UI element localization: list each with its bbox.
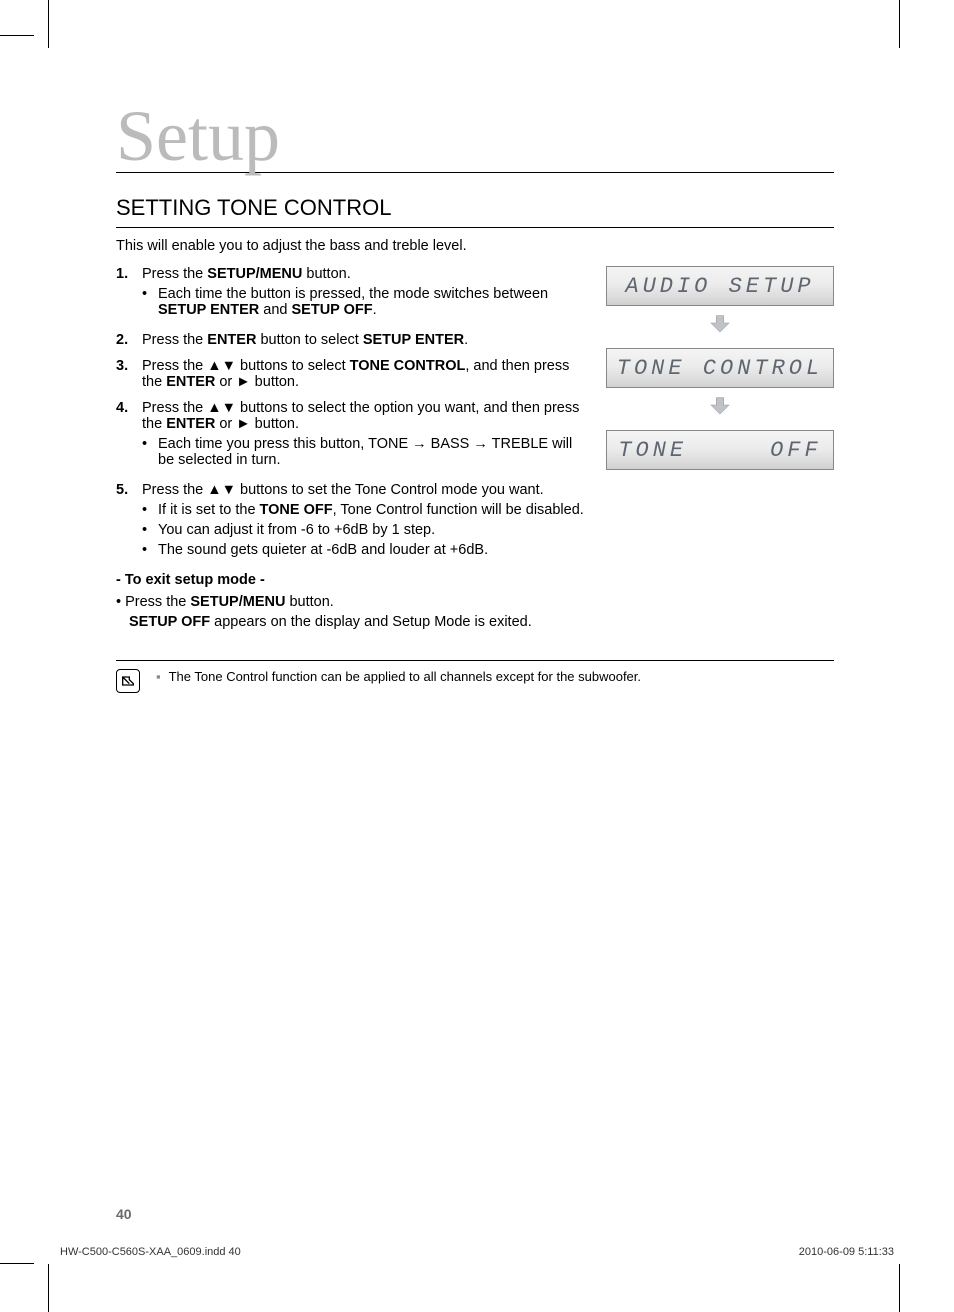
note-bullet: ▪ [156,669,161,684]
section-title: SETTING TONE CONTROL [116,195,834,228]
mode-ref: SETUP ENTER [363,332,464,348]
intro-text: This will enable you to adjust the bass … [116,238,834,254]
text: Press the [142,358,207,374]
footer-filename: HW-C500-C560S-XAA_0609.indd 40 [60,1246,241,1258]
chapter-title: Setup [116,100,834,173]
step-1: 1. Press the SETUP/MENU button. • Each t… [116,266,584,322]
right-icon: ► [236,416,250,432]
step-2: 2. Press the ENTER button to select SETU… [116,332,584,348]
arrow-down-icon [709,394,731,416]
mode-ref: SETUP OFF [129,614,210,630]
lcd-display-2: TONE CONTROL [606,348,834,388]
text: buttons to select [236,358,350,374]
text: button. [251,374,299,390]
text: Press the [142,400,207,416]
exit-line: • Press the SETUP/MENU button. [116,594,584,610]
text: buttons to set the Tone Control mode you… [236,482,544,498]
step-number: 3. [116,358,142,390]
text: button. [285,594,333,610]
crop-mark [48,0,49,48]
arrow-down-icon [709,312,731,334]
text: If it is set to the [158,502,260,518]
text: . [464,332,468,348]
text: • Press the [116,594,190,610]
up-down-icon: ▲▼ [207,482,236,498]
text: BASS [427,436,474,452]
footer-timestamp: 2010-06-09 5:11:33 [799,1246,894,1258]
note-text: The Tone Control function can be applied… [169,669,641,684]
bullet: • [142,542,158,558]
button-ref: SETUP/MENU [207,266,302,282]
text: Each time the button is pressed, the mod… [158,286,548,302]
button-ref: ENTER [207,332,256,348]
bullet: • [142,522,158,538]
exit-line: SETUP OFF appears on the display and Set… [116,614,584,630]
text: button. [251,416,299,432]
text: Each time you press this button, TONE [158,436,412,452]
lcd-left: TONE [618,438,687,463]
lcd-display-3: TONE OFF [606,430,834,470]
mode-ref: TONE OFF [260,502,333,518]
text: You can adjust it from -6 to +6dB by 1 s… [158,522,584,538]
text: The sound gets quieter at -6dB and loude… [158,542,584,558]
text: Press the [142,266,207,282]
lcd-display-1: AUDIO SETUP [606,266,834,306]
crop-mark [899,0,900,48]
text: Press the [142,332,207,348]
button-ref: ENTER [166,416,215,432]
display-column: AUDIO SETUP TONE CONTROL TONE OFF [606,266,834,634]
arrow-right-icon: → [473,436,488,452]
instructions-column: 1. Press the SETUP/MENU button. • Each t… [116,266,584,634]
text: . [373,302,377,318]
bullet: • [142,286,158,318]
step-number: 2. [116,332,142,348]
crop-mark [0,35,34,36]
step-4: 4. Press the ▲▼ buttons to select the op… [116,400,584,472]
text: , Tone Control function will be disabled… [333,502,584,518]
note-row: ▪ The Tone Control function can be applie… [116,669,834,693]
text: button to select [256,332,362,348]
button-ref: SETUP/MENU [190,594,285,610]
crop-mark [0,1263,34,1264]
right-icon: ► [236,374,250,390]
step-number: 4. [116,400,142,472]
bullet: • [142,436,158,468]
up-down-icon: ▲▼ [207,358,236,374]
mode-ref: SETUP OFF [292,302,373,318]
button-ref: ENTER [166,374,215,390]
step-3: 3. Press the ▲▼ buttons to select TONE C… [116,358,584,390]
crop-mark [899,1264,900,1312]
page-content: Setup SETTING TONE CONTROL This will ena… [116,100,834,693]
text: button. [302,266,350,282]
note-icon [116,669,140,693]
text: appears on the display and Setup Mode is… [210,614,532,630]
arrow-right-icon: → [412,436,427,452]
text: or [215,374,236,390]
crop-mark [48,1264,49,1312]
step-number: 1. [116,266,142,322]
up-down-icon: ▲▼ [207,400,236,416]
bullet: • [142,502,158,518]
exit-heading: - To exit setup mode - [116,572,584,588]
text: Press the [142,482,207,498]
divider [116,660,834,661]
text: or [215,416,236,432]
text: and [259,302,291,318]
mode-ref: SETUP ENTER [158,302,259,318]
lcd-right: OFF [770,438,822,463]
option-ref: TONE CONTROL [350,358,466,374]
page-number: 40 [116,1206,132,1222]
step-number: 5. [116,482,142,562]
step-5: 5. Press the ▲▼ buttons to set the Tone … [116,482,584,562]
